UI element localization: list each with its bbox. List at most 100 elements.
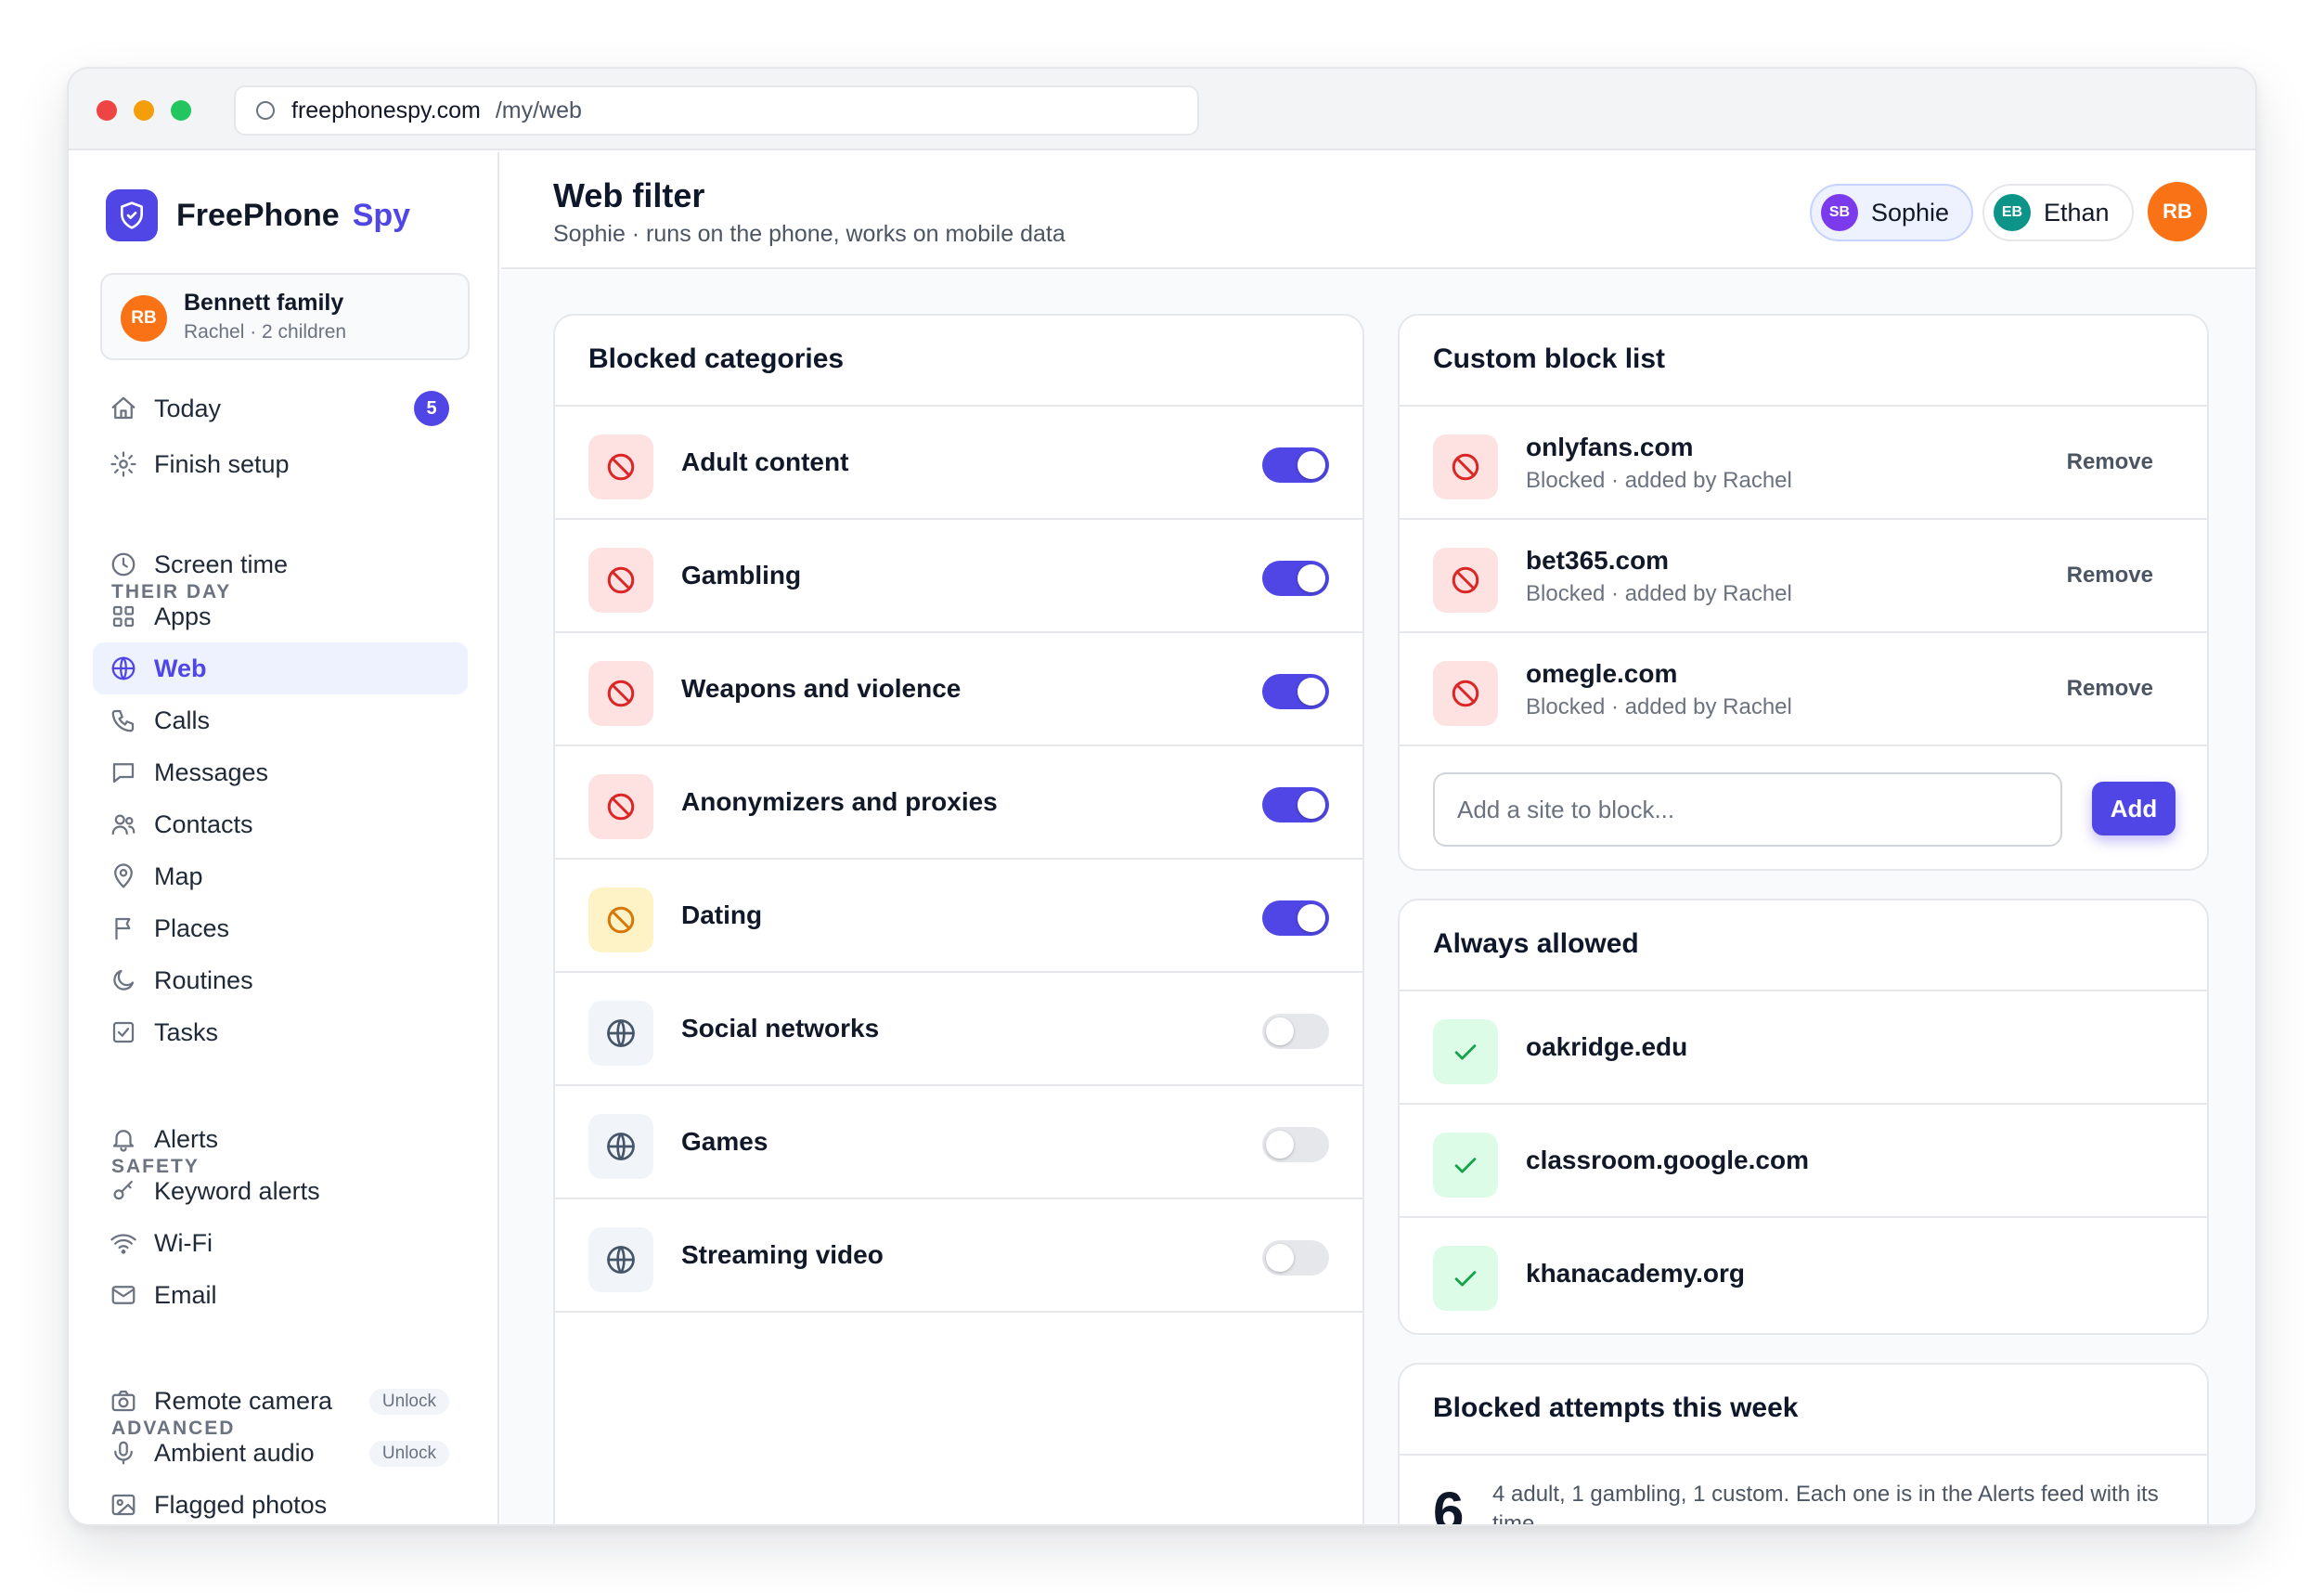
toggle-knob bbox=[1298, 791, 1325, 819]
blocked-site-name: onlyfans.com bbox=[1526, 433, 1694, 461]
home-icon bbox=[108, 393, 139, 424]
allowed-site-name: classroom.google.com bbox=[1526, 1146, 1809, 1174]
wifi-icon bbox=[108, 1227, 139, 1259]
sidebar-item-calls[interactable]: Calls bbox=[93, 694, 468, 746]
sidebar-item-contacts[interactable]: Contacts bbox=[93, 798, 468, 850]
child-name: Sophie bbox=[1871, 198, 1950, 227]
block-icon bbox=[1433, 661, 1498, 726]
category-row: Social networks bbox=[555, 973, 1362, 1086]
main-content: Blocked categories Adult content Gambling… bbox=[501, 271, 2255, 1526]
block-icon bbox=[588, 774, 653, 839]
toggle-knob bbox=[1298, 904, 1325, 932]
category-row: Games bbox=[555, 1086, 1362, 1199]
checkbox-icon bbox=[108, 1017, 139, 1048]
allowed-site-name: oakridge.edu bbox=[1526, 1032, 1688, 1061]
category-toggle[interactable] bbox=[1262, 561, 1329, 596]
card-title: Blocked categories bbox=[588, 343, 845, 374]
sidebar-item-routines[interactable]: Routines bbox=[93, 954, 468, 1006]
category-row: Adult content bbox=[555, 407, 1362, 520]
category-row: Anonymizers and proxies bbox=[555, 746, 1362, 860]
address-bar[interactable]: freephonespy.com /my/web bbox=[234, 85, 1199, 136]
category-toggle[interactable] bbox=[1262, 1240, 1329, 1276]
child-avatar: EB bbox=[1994, 194, 2031, 231]
globe-icon bbox=[588, 1001, 653, 1066]
sidebar-item-label: Tasks bbox=[154, 1017, 219, 1046]
browser-titlebar: freephonespy.com /my/web bbox=[69, 69, 2255, 150]
category-toggle[interactable] bbox=[1262, 674, 1329, 709]
user-avatar[interactable]: RB bbox=[2148, 182, 2207, 241]
sidebar-item-label: Finish setup bbox=[154, 449, 290, 478]
bell-icon bbox=[108, 1123, 139, 1155]
sidebar-item-alerts[interactable]: Alerts bbox=[93, 1113, 468, 1165]
sidebar-item-remote-camera[interactable]: Remote camera Unlock bbox=[93, 1375, 468, 1427]
maximize-window-button[interactable] bbox=[171, 100, 191, 121]
sidebar-item-keyword-alerts[interactable]: Keyword alerts bbox=[93, 1165, 468, 1217]
shield-logo-icon bbox=[106, 189, 158, 241]
toggle-knob bbox=[1266, 1244, 1294, 1272]
sidebar-item-web[interactable]: Web bbox=[93, 642, 468, 694]
category-toggle[interactable] bbox=[1262, 787, 1329, 822]
category-toggle[interactable] bbox=[1262, 1014, 1329, 1049]
check-icon bbox=[1433, 1246, 1498, 1311]
blocked-site-name: bet365.com bbox=[1526, 546, 1670, 575]
brand[interactable]: FreePhone Spy bbox=[106, 189, 410, 241]
close-window-button[interactable] bbox=[97, 100, 117, 121]
sidebar-item-label: Apps bbox=[154, 602, 212, 630]
attempts-count: 6 bbox=[1433, 1481, 1465, 1526]
sidebar-item-label: Remote camera bbox=[154, 1386, 333, 1415]
page-subtitle: Sophie · runs on the phone, works on mob… bbox=[553, 221, 1065, 247]
remove-site-button[interactable]: Remove bbox=[2067, 563, 2153, 589]
sidebar-item-tasks[interactable]: Tasks bbox=[93, 1006, 468, 1058]
add-site-input[interactable] bbox=[1433, 772, 2062, 847]
blocked-categories-card: Blocked categories Adult content Gambling… bbox=[553, 314, 1364, 1524]
attempts-summary: 4 adult, 1 gambling, 1 custom. Each one … bbox=[1492, 1482, 2159, 1526]
category-label: Games bbox=[681, 1127, 768, 1156]
sidebar-item-map[interactable]: Map bbox=[93, 850, 468, 902]
sidebar-item-ambient-audio[interactable]: Ambient audio Unlock bbox=[93, 1427, 468, 1479]
sidebar-item-email[interactable]: Email bbox=[93, 1269, 468, 1321]
remove-site-button[interactable]: Remove bbox=[2067, 676, 2153, 702]
category-toggle[interactable] bbox=[1262, 447, 1329, 483]
sidebar-item-messages[interactable]: Messages bbox=[93, 746, 468, 798]
users-icon bbox=[108, 809, 139, 840]
sidebar-item-label: Screen time bbox=[154, 550, 289, 578]
sidebar-item-label: Messages bbox=[154, 758, 269, 786]
blocked-attempts-card: Blocked attempts this week 6 4 adult, 1 … bbox=[1398, 1363, 2209, 1526]
blocked-site-meta: Blocked · added by Rachel bbox=[1526, 694, 1792, 719]
sidebar-item-wi-fi[interactable]: Wi-Fi bbox=[93, 1217, 468, 1269]
phone-icon bbox=[108, 705, 139, 736]
family-switcher[interactable]: RB Bennett family Rachel · 2 children bbox=[100, 273, 470, 360]
sidebar-item-flagged-photos[interactable]: Flagged photos bbox=[93, 1479, 468, 1524]
category-label: Anonymizers and proxies bbox=[681, 787, 998, 816]
child-switch-sophie[interactable]: SB Sophie bbox=[1810, 184, 1974, 241]
category-label: Streaming video bbox=[681, 1240, 884, 1269]
sidebar-item-places[interactable]: Places bbox=[93, 902, 468, 954]
sidebar-item-label: Today bbox=[154, 394, 222, 422]
category-label: Gambling bbox=[681, 561, 802, 589]
sidebar-item-today[interactable]: Today 5 bbox=[93, 382, 468, 434]
sidebar-item-apps[interactable]: Apps bbox=[93, 590, 468, 642]
sidebar-item-label: Web bbox=[154, 654, 207, 682]
sidebar-item-label: Email bbox=[154, 1280, 217, 1309]
remove-site-button[interactable]: Remove bbox=[2067, 449, 2153, 475]
category-toggle[interactable] bbox=[1262, 900, 1329, 936]
category-row: Gambling bbox=[555, 520, 1362, 633]
blocked-site-row: omegle.com Blocked · added by Rachel Remov… bbox=[1400, 633, 2207, 746]
category-toggle[interactable] bbox=[1262, 1127, 1329, 1162]
unlock-badge[interactable]: Unlock bbox=[368, 1441, 449, 1467]
add-site-button[interactable]: Add bbox=[2092, 782, 2176, 835]
category-row: Streaming video bbox=[555, 1199, 1362, 1313]
card-title: Custom block list bbox=[1433, 343, 1666, 374]
blocked-site-row: bet365.com Blocked · added by Rachel Remov… bbox=[1400, 520, 2207, 633]
block-icon bbox=[1433, 434, 1498, 499]
unlock-badge[interactable]: Unlock bbox=[368, 1389, 449, 1415]
sidebar-item-screen-time[interactable]: Screen time bbox=[93, 538, 468, 590]
child-name: Ethan bbox=[2044, 198, 2110, 227]
toggle-knob bbox=[1298, 678, 1325, 706]
sidebar-item-label: Keyword alerts bbox=[154, 1176, 320, 1205]
sidebar-item-finish-setup[interactable]: Finish setup bbox=[93, 438, 468, 490]
image-icon bbox=[108, 1489, 139, 1521]
allowed-site-row: classroom.google.com bbox=[1400, 1105, 2207, 1218]
child-switch-ethan[interactable]: EB Ethan bbox=[1982, 184, 2134, 241]
minimize-window-button[interactable] bbox=[134, 100, 154, 121]
